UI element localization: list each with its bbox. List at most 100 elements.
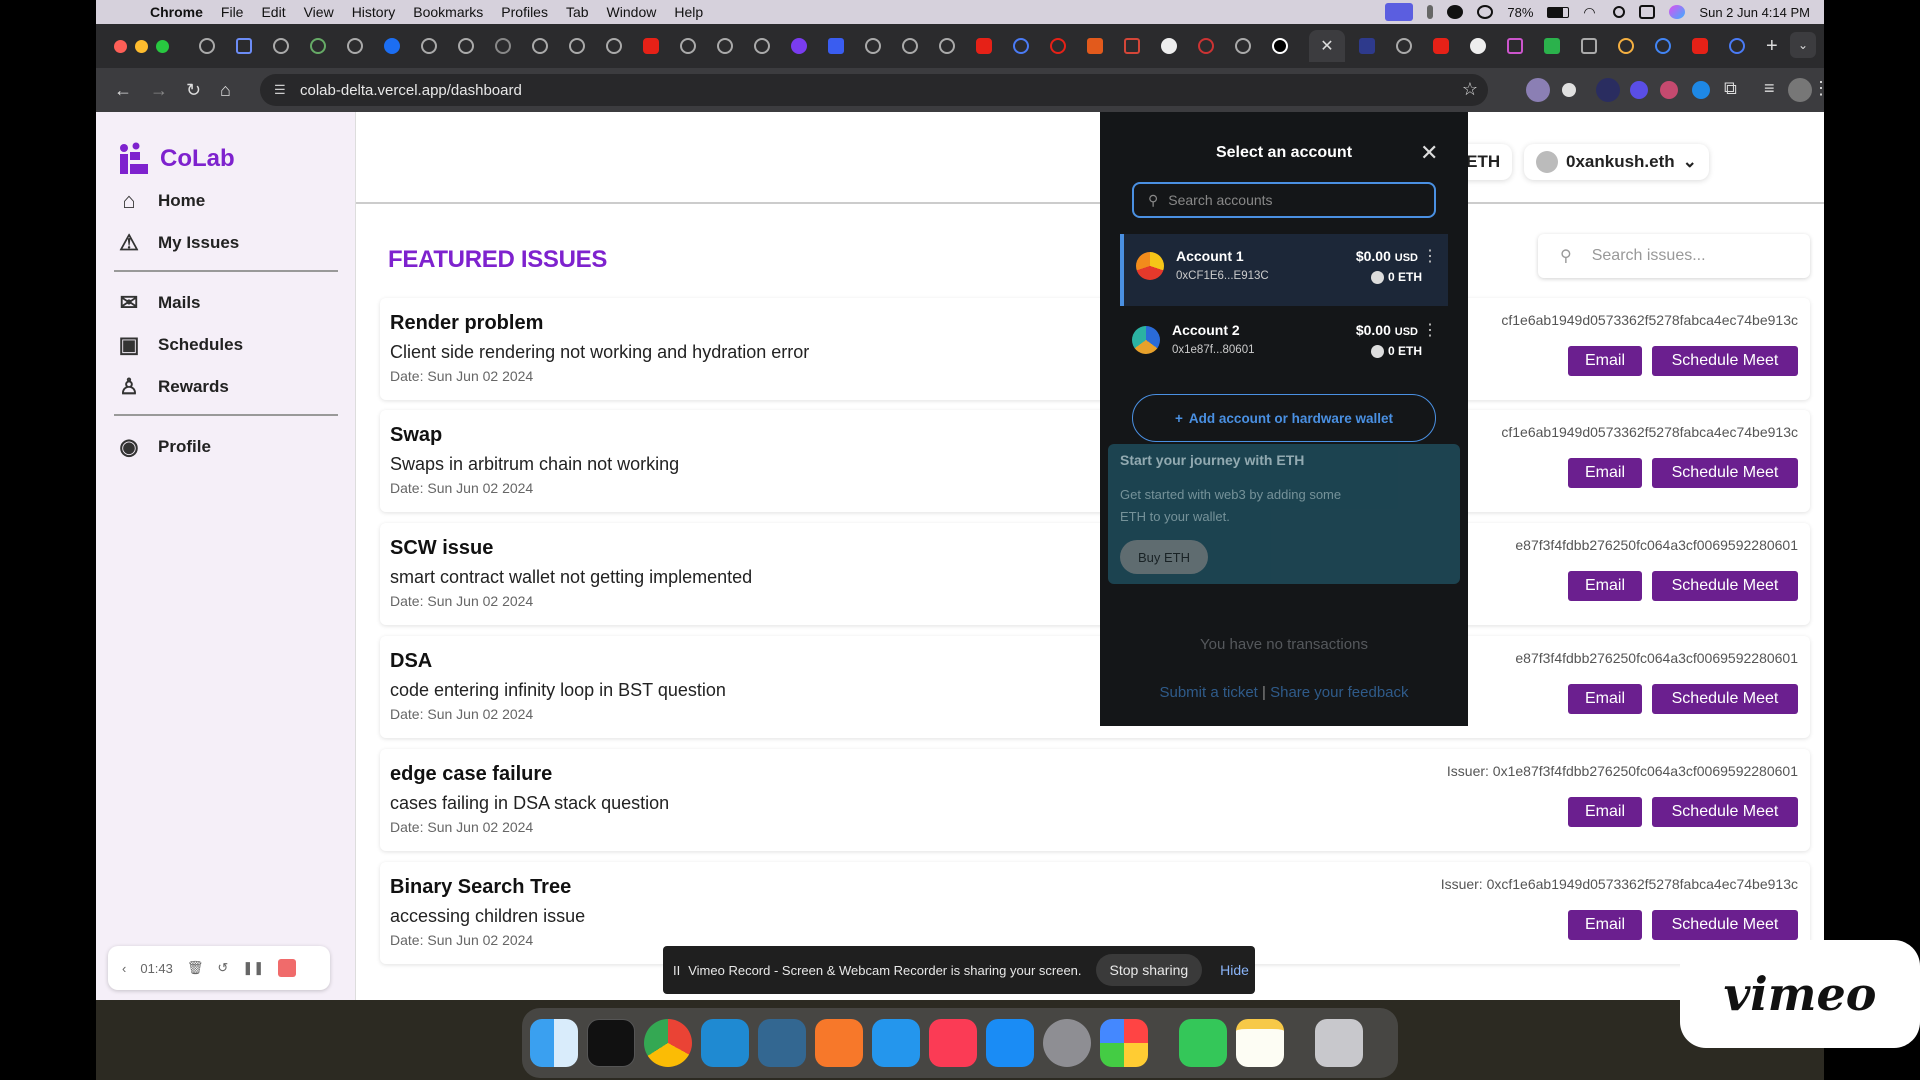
sidebar-item-my-issues[interactable]: ⚠ My Issues	[116, 230, 239, 256]
account-item-1[interactable]: Account 1 0xCF1E6...E913C $0.00 USD 0 ET…	[1120, 234, 1448, 306]
tab-favicon[interactable]	[1359, 38, 1375, 54]
trash-icon[interactable]	[1315, 1019, 1363, 1067]
email-button[interactable]: Email	[1568, 458, 1642, 488]
tab-favicon[interactable]	[1396, 38, 1412, 54]
tab-favicon[interactable]	[1729, 38, 1745, 54]
add-account-button[interactable]: + Add account or hardware wallet	[1132, 394, 1436, 442]
buy-eth-button[interactable]: Buy ETH	[1120, 540, 1208, 574]
extension-icon[interactable]	[1630, 81, 1648, 99]
email-button[interactable]: Email	[1568, 797, 1642, 827]
extension-icon[interactable]	[1562, 83, 1576, 97]
finder-icon[interactable]	[530, 1019, 578, 1067]
tab-favicon[interactable]	[865, 38, 881, 54]
tab-favicon[interactable]	[421, 38, 437, 54]
system-settings-icon[interactable]	[1043, 1019, 1091, 1067]
extension-icon[interactable]	[1660, 81, 1678, 99]
extension-icon[interactable]	[1692, 81, 1710, 99]
menu-file[interactable]: File	[221, 4, 244, 20]
zoom-window-icon[interactable]	[156, 39, 169, 53]
facetime-icon[interactable]	[1179, 1019, 1227, 1067]
tab-favicon[interactable]	[273, 38, 289, 54]
email-button[interactable]: Email	[1568, 684, 1642, 714]
menu-history[interactable]: History	[352, 4, 396, 20]
close-icon[interactable]: ✕	[1420, 140, 1438, 166]
tab-search-icon[interactable]: ⌄	[1790, 32, 1816, 58]
tab-favicon[interactable]	[1507, 38, 1523, 54]
pages-icon[interactable]	[815, 1019, 863, 1067]
sidebar-item-home[interactable]: ⌂ Home	[116, 188, 205, 214]
search-issues-input[interactable]: ⚲ Search issues...	[1538, 234, 1810, 278]
profile-avatar-icon[interactable]	[1788, 78, 1812, 102]
account-item-2[interactable]: Account 2 0x1e87f...80601 $0.00 USD 0 ET…	[1120, 308, 1448, 380]
menu-edit[interactable]: Edit	[261, 4, 285, 20]
email-button[interactable]: Email	[1568, 571, 1642, 601]
account-options-icon[interactable]: ⋮	[1422, 246, 1438, 266]
tab-favicon[interactable]	[606, 38, 622, 54]
menu-profiles[interactable]: Profiles	[501, 4, 548, 20]
terminal-icon[interactable]	[587, 1019, 635, 1067]
chrome-menu-icon[interactable]: ⋮	[1812, 78, 1824, 99]
spotlight-icon[interactable]	[1613, 6, 1626, 18]
extension-icon[interactable]	[1596, 78, 1620, 102]
tab-favicon[interactable]	[1618, 38, 1634, 54]
tab-favicon[interactable]	[1235, 38, 1251, 54]
schedule-meet-button[interactable]: Schedule Meet	[1652, 910, 1798, 940]
schedule-meet-button[interactable]: Schedule Meet	[1652, 346, 1798, 376]
tab-favicon[interactable]	[939, 38, 955, 54]
tab-favicon[interactable]	[1470, 38, 1486, 54]
tab-favicon[interactable]	[791, 38, 807, 54]
schedule-meet-button[interactable]: Schedule Meet	[1652, 797, 1798, 827]
control-center-icon[interactable]	[1639, 5, 1656, 19]
google-tab-icon[interactable]	[1655, 38, 1671, 54]
home-browser-icon[interactable]: ⌂	[220, 80, 240, 101]
back-icon[interactable]: ←	[114, 80, 134, 101]
tab-favicon[interactable]	[902, 38, 918, 54]
bookmark-star-icon[interactable]: ☆	[1462, 79, 1478, 100]
minimize-window-icon[interactable]	[135, 39, 148, 53]
vscode-icon[interactable]	[701, 1019, 749, 1067]
email-button[interactable]: Email	[1568, 910, 1642, 940]
share-feedback-link[interactable]: Share your feedback	[1270, 684, 1408, 701]
siri-icon[interactable]	[1669, 5, 1686, 19]
battery-icon[interactable]	[1547, 6, 1570, 18]
address-bar[interactable]: ☰ colab-delta.vercel.app/dashboard ☆	[260, 74, 1488, 106]
active-tab-close-icon[interactable]: ✕	[1309, 30, 1345, 62]
sidebar-item-rewards[interactable]: ♙ Rewards	[116, 374, 229, 400]
schedule-meet-button[interactable]: Schedule Meet	[1652, 571, 1798, 601]
extensions-puzzle-icon[interactable]: ⧉	[1724, 78, 1737, 99]
issue-card[interactable]: Swap Swaps in arbitrum chain not working…	[380, 410, 1810, 512]
wifi-icon[interactable]: ◠	[1583, 5, 1599, 19]
youtube-tab-icon[interactable]	[1692, 38, 1708, 54]
forward-icon[interactable]: →	[150, 80, 170, 101]
tab-favicon[interactable]	[236, 38, 252, 54]
menu-view[interactable]: View	[304, 4, 334, 20]
search-accounts-input[interactable]: ⚲ Search accounts	[1132, 182, 1436, 218]
tab-favicon[interactable]	[495, 38, 511, 54]
schedule-meet-button[interactable]: Schedule Meet	[1652, 684, 1798, 714]
tab-favicon[interactable]	[532, 38, 548, 54]
menu-tab[interactable]: Tab	[566, 4, 589, 20]
brand-logo[interactable]: CoLab	[116, 142, 235, 176]
stop-sharing-button[interactable]: Stop sharing	[1095, 954, 1203, 986]
youtube-tab-icon[interactable]	[1433, 38, 1449, 54]
menu-window[interactable]: Window	[607, 4, 657, 20]
sidebar-item-schedules[interactable]: ▣ Schedules	[116, 332, 243, 358]
reading-list-icon[interactable]: ≡	[1764, 78, 1775, 99]
issue-card[interactable]: DSA code entering infinity loop in BST q…	[380, 636, 1810, 738]
tab-favicon[interactable]	[347, 38, 363, 54]
hide-button[interactable]: Hide	[1220, 962, 1249, 978]
schedule-meet-button[interactable]: Schedule Meet	[1652, 458, 1798, 488]
screen-share-icon[interactable]	[1385, 3, 1414, 21]
reload-icon[interactable]: ↻	[186, 80, 206, 101]
launchpad-icon[interactable]	[1100, 1019, 1148, 1067]
tab-favicon[interactable]	[1544, 38, 1560, 54]
play-icon[interactable]	[1477, 5, 1494, 19]
tab-favicon[interactable]	[1050, 38, 1066, 54]
tab-favicon[interactable]	[717, 38, 733, 54]
tab-favicon[interactable]	[680, 38, 696, 54]
notes-icon[interactable]	[1236, 1019, 1284, 1067]
tab-favicon[interactable]	[199, 38, 215, 54]
submit-ticket-link[interactable]: Submit a ticket	[1159, 684, 1257, 701]
close-window-icon[interactable]	[114, 39, 127, 53]
tab-favicon[interactable]	[828, 38, 844, 54]
